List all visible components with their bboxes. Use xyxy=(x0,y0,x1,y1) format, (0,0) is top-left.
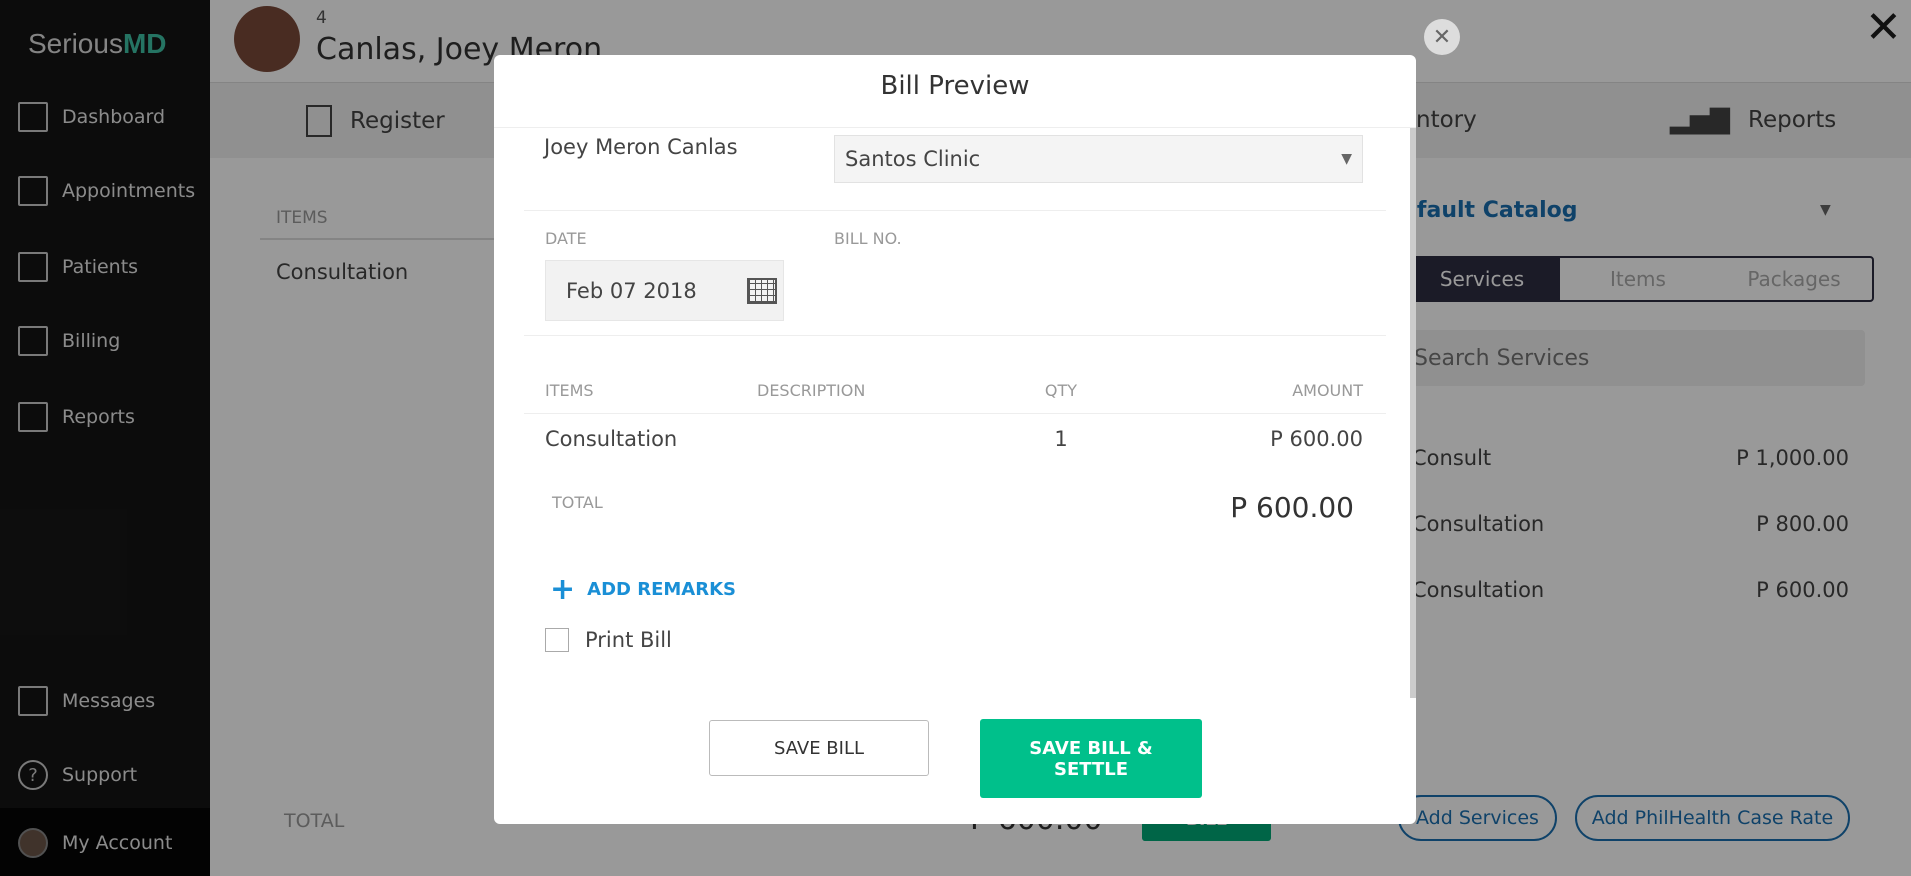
total-label: TOTAL xyxy=(552,493,603,512)
total-value: P 600.00 xyxy=(1230,491,1354,524)
bill-no-label: BILL NO. xyxy=(834,229,902,248)
modal-title: Bill Preview xyxy=(880,71,1030,101)
row-amount: P 600.00 xyxy=(1270,427,1363,451)
checkbox[interactable] xyxy=(545,628,569,652)
divider xyxy=(524,413,1386,414)
print-bill-checkbox[interactable]: Print Bill xyxy=(545,628,672,652)
patient-name: Joey Meron Canlas xyxy=(544,135,738,159)
date-label: DATE xyxy=(545,229,587,248)
row-qty: 1 xyxy=(1054,427,1068,451)
column-qty: QTY xyxy=(1044,381,1078,400)
column-items: ITEMS xyxy=(545,381,594,400)
clinic-select[interactable]: Santos Clinic ▼ xyxy=(834,135,1363,183)
divider xyxy=(524,210,1386,211)
calendar-icon[interactable] xyxy=(747,277,777,304)
date-input[interactable]: Feb 07 2018 xyxy=(545,260,784,321)
chevron-down-icon: ▼ xyxy=(1341,151,1352,167)
scrollbar[interactable] xyxy=(1410,128,1416,698)
row-item: Consultation xyxy=(545,427,678,451)
divider xyxy=(494,127,1416,128)
divider xyxy=(524,335,1386,336)
close-icon[interactable]: ✕ xyxy=(1865,2,1902,53)
column-amount: AMOUNT xyxy=(1292,381,1363,400)
save-bill-button[interactable]: SAVE BILL xyxy=(709,720,929,776)
plus-icon: + xyxy=(550,571,576,607)
modal-close-button[interactable]: ✕ xyxy=(1424,19,1460,55)
add-remarks-button[interactable]: + ADD REMARKS xyxy=(550,571,736,607)
save-bill-settle-button[interactable]: SAVE BILL & SETTLE xyxy=(980,719,1202,798)
column-description: DESCRIPTION xyxy=(757,381,866,400)
bill-preview-modal: Bill Preview Joey Meron Canlas Santos Cl… xyxy=(494,55,1416,824)
